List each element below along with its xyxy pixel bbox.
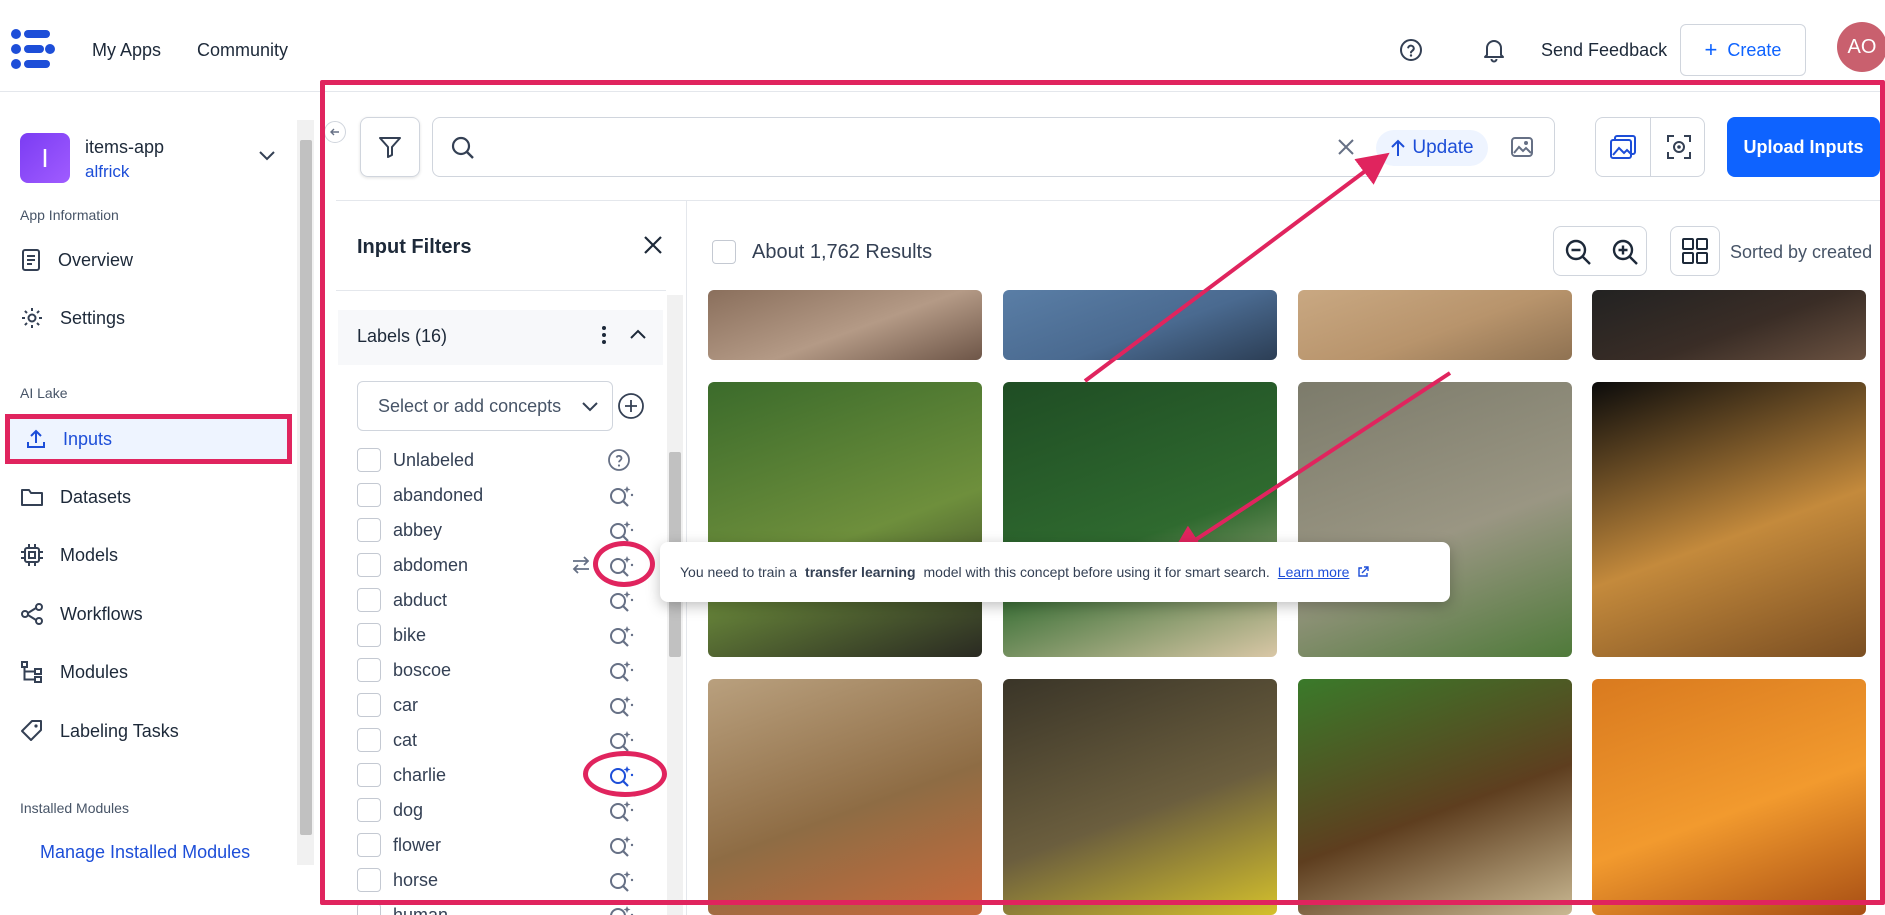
main-highlight-frame	[320, 80, 1885, 905]
